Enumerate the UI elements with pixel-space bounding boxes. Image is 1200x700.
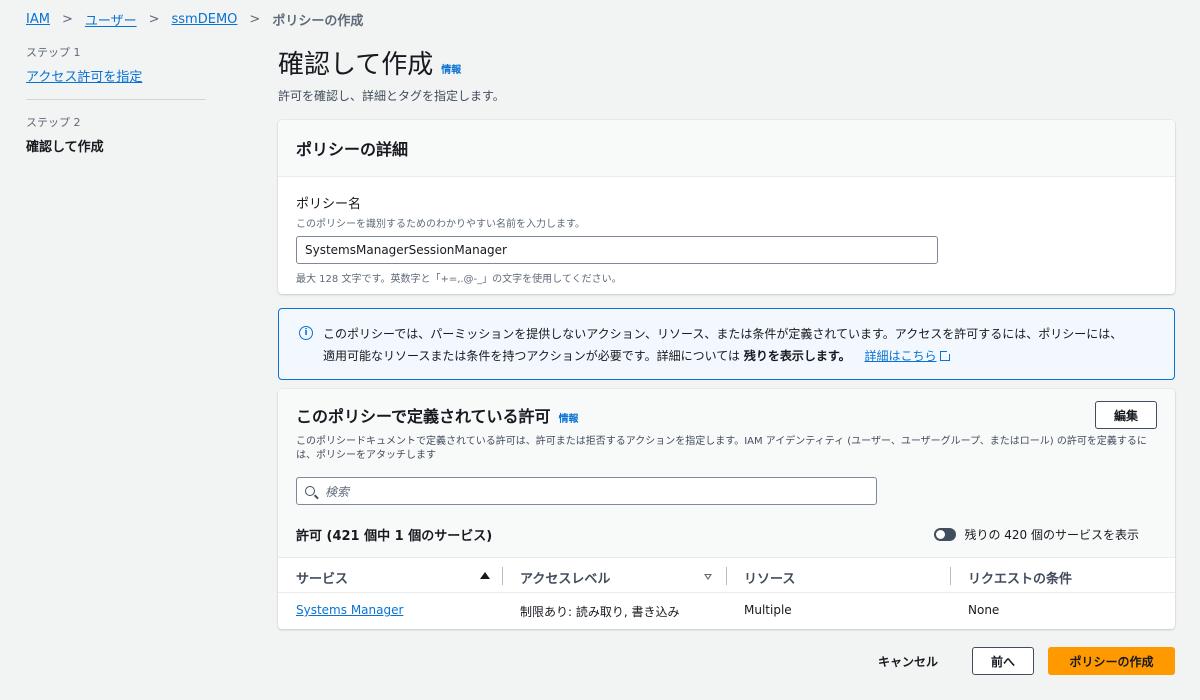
- service-link[interactable]: Systems Manager: [296, 603, 403, 617]
- page-header: 確認して作成 情報: [278, 44, 1175, 81]
- wizard-footer: キャンセル 前へ ポリシーの作成: [878, 647, 1175, 675]
- step-divider: [26, 99, 206, 100]
- info-link[interactable]: 情報: [441, 61, 461, 76]
- column-label: リソース: [744, 572, 796, 587]
- permissions-description: このポリシードキュメントで定義されている許可は、許可または拒否するアクションを指…: [296, 436, 1147, 461]
- breadcrumb-iam[interactable]: IAM: [26, 12, 50, 27]
- column-divider[interactable]: [726, 567, 727, 585]
- chevron-right-icon: >: [61, 12, 73, 27]
- policy-name-input[interactable]: SystemsManagerSessionManager: [296, 236, 938, 264]
- table-row: Systems Manager 制限あり: 読み取り, 書き込み Multipl…: [278, 593, 1175, 629]
- chevron-right-icon: >: [249, 12, 261, 27]
- create-policy-button[interactable]: ポリシーの作成: [1048, 647, 1175, 675]
- sort-descending-icon[interactable]: [704, 574, 712, 580]
- permissions-title-row: このポリシーで定義されている許可 情報: [296, 403, 1157, 427]
- search-icon: [305, 486, 315, 496]
- column-header-service[interactable]: サービス: [296, 568, 348, 587]
- column-divider[interactable]: [502, 567, 503, 585]
- policy-name-description: このポリシーを識別するためのわかりやすい名前を入力します。: [296, 219, 585, 230]
- main-content: 確認して作成 情報 許可を確認し、詳細とタグを指定します。 ポリシーの詳細 ポリ…: [278, 44, 1175, 629]
- alert-text-line1: このポリシーでは、パーミッションを提供しないアクション、リソース、または条件が定…: [323, 327, 1123, 341]
- permissions-count: 許可 (421 個中 1 個のサービス): [296, 529, 493, 544]
- chevron-right-icon: >: [148, 12, 160, 27]
- column-header-access-level[interactable]: アクセスレベル: [520, 568, 610, 587]
- cancel-button[interactable]: キャンセル: [878, 653, 938, 670]
- column-header-resources[interactable]: リソース: [744, 568, 795, 587]
- column-label: アクセスレベル: [520, 572, 611, 587]
- column-label: サービス: [296, 572, 349, 587]
- column-divider[interactable]: [950, 567, 951, 585]
- step-2-label: ステップ 2: [26, 116, 81, 129]
- breadcrumb-users[interactable]: ユーザー: [85, 10, 137, 29]
- permissions-header: このポリシーで定義されている許可 情報 編集 このポリシードキュメントで定義され…: [278, 389, 1175, 557]
- table-header: サービス アクセスレベル リソース リクエストの条件: [278, 557, 1175, 593]
- policy-details-body: ポリシー名 このポリシーを識別するためのわかりやすい名前を入力します。 Syst…: [278, 177, 1175, 301]
- permissions-info-link[interactable]: 情報: [559, 410, 579, 425]
- policy-details-title: ポリシーの詳細: [296, 140, 409, 159]
- policy-details-card: ポリシーの詳細 ポリシー名 このポリシーを識別するためのわかりやすい名前を入力し…: [278, 120, 1175, 294]
- alert-bold-text: 残りを表示します。: [743, 349, 851, 363]
- toggle-label: 残りの 420 個のサービスを表示: [964, 528, 1139, 542]
- info-icon: i: [299, 326, 313, 340]
- alert-text: このポリシーでは、パーミッションを提供しないアクション、リソース、または条件が定…: [323, 323, 1122, 369]
- column-label: リクエストの条件: [968, 572, 1073, 587]
- external-link-icon: [940, 349, 953, 361]
- info-alert: i このポリシーでは、パーミッションを提供しないアクション、リソース、または条件…: [278, 308, 1175, 380]
- policy-name-hint: 最大 128 文字です。英数字と「+=,.@-_」の文字を使用してください。: [296, 274, 622, 285]
- access-level-cell: 制限あり: 読み取り, 書き込み: [520, 605, 680, 619]
- breadcrumb-current: ポリシーの作成: [272, 14, 364, 29]
- previous-button[interactable]: 前へ: [972, 647, 1034, 675]
- breadcrumb: IAM > ユーザー > ssmDEMO > ポリシーの作成: [26, 10, 363, 29]
- learn-more-link[interactable]: 詳細はこちら: [864, 349, 953, 363]
- policy-details-header: ポリシーの詳細: [278, 120, 1175, 177]
- page-title: 確認して作成: [278, 50, 434, 80]
- permissions-title: このポリシーで定義されている許可: [296, 407, 551, 426]
- page-subtitle: 許可を確認し、詳細とタグを指定します。: [278, 89, 505, 103]
- alert-text-line2: 適用可能なリソースまたは条件を持つアクションが必要です。詳細については: [323, 349, 744, 363]
- toggle-switch[interactable]: [934, 528, 957, 541]
- step-1-link[interactable]: アクセス許可を指定: [26, 66, 206, 85]
- search-placeholder: 検索: [325, 484, 350, 499]
- learn-more-label: 詳細はこちら: [864, 349, 937, 363]
- column-header-conditions[interactable]: リクエストの条件: [968, 568, 1072, 587]
- show-remaining-toggle[interactable]: 残りの 420 個のサービスを表示: [934, 526, 1139, 543]
- wizard-steps: ステップ 1 アクセス許可を指定 ステップ 2 確認して作成: [26, 44, 206, 155]
- step-2-current: 確認して作成: [26, 140, 104, 155]
- edit-button[interactable]: 編集: [1095, 401, 1157, 429]
- step-1-label: ステップ 1: [26, 46, 81, 59]
- search-input[interactable]: 検索: [296, 477, 877, 505]
- permissions-card: このポリシーで定義されている許可 情報 編集 このポリシードキュメントで定義され…: [278, 389, 1175, 629]
- sort-ascending-icon[interactable]: [480, 572, 490, 579]
- condition-cell: None: [968, 603, 1000, 617]
- resource-cell: Multiple: [744, 603, 792, 617]
- breadcrumb-user[interactable]: ssmDEMO: [172, 12, 238, 27]
- permissions-count-row: 許可 (421 個中 1 個のサービス) 残りの 420 個のサービスを表示: [296, 525, 1157, 544]
- policy-name-label: ポリシー名: [296, 197, 362, 212]
